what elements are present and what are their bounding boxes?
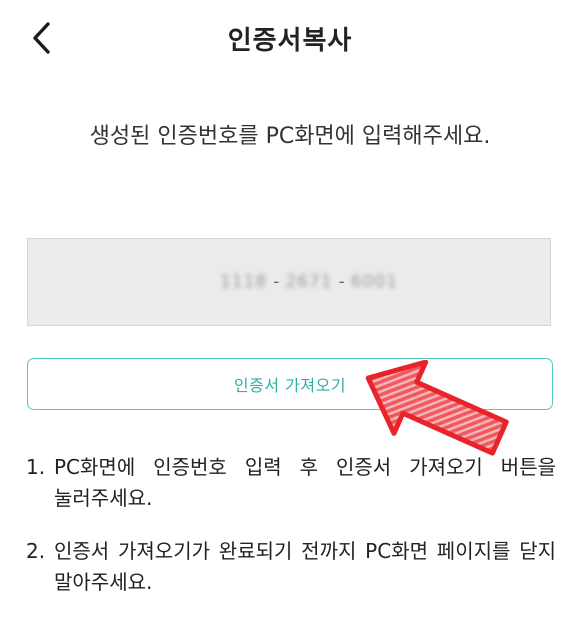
auth-code-separator-2: - — [338, 272, 345, 292]
note-number: 1. — [26, 455, 46, 479]
instruction-text: 생성된 인증번호를 PC화면에 입력해주세요. — [89, 124, 491, 149]
auth-code-separator-1: - — [273, 272, 280, 292]
note-text: 인증서 가져오기가 완료되기 전까지 PC화면 페이지를 닫지 말아주세요. — [54, 539, 556, 594]
note-item-2: 2. 인증서 가져오기가 완료되기 전까지 PC화면 페이지를 닫지 말아주세요… — [26, 536, 556, 598]
notes-list: 1. PC화면에 인증번호 입력 후 인증서 가져오기 버튼을 눌러주세요. 2… — [26, 452, 556, 620]
note-item-1: 1. PC화면에 인증번호 입력 후 인증서 가져오기 버튼을 눌러주세요. — [26, 452, 556, 514]
auth-code: 1118 - 2671 - 6001 — [220, 272, 398, 292]
auth-code-part-2: 2671 — [285, 272, 333, 292]
auth-code-part-1: 1118 — [219, 272, 268, 292]
fetch-certificate-button[interactable]: 인증서 가져오기 — [27, 358, 553, 410]
fetch-certificate-label: 인증서 가져오기 — [233, 376, 347, 395]
app-header: 인증서복사 — [0, 0, 580, 78]
note-number: 2. — [26, 539, 46, 563]
auth-code-part-3: 6001 — [350, 272, 399, 292]
note-text: PC화면에 인증번호 입력 후 인증서 가져오기 버튼을 눌러주세요. — [54, 455, 556, 510]
page-title: 인증서복사 — [227, 26, 353, 56]
auth-code-box: 1118 - 2671 - 6001 — [27, 238, 551, 326]
